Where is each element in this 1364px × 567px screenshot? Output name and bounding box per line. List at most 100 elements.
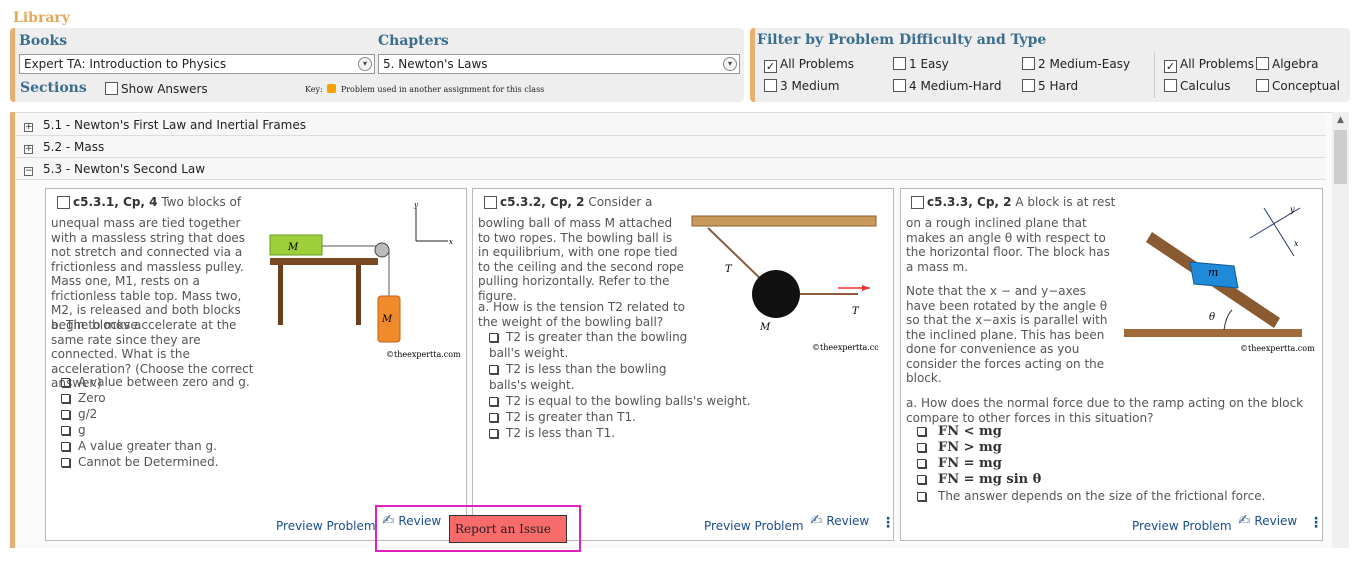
- bullet-icon: [61, 442, 70, 451]
- filter-all-problems-difficulty[interactable]: ✓ All Problems: [764, 57, 854, 73]
- problem-intro: A block is at rest: [1015, 195, 1116, 209]
- option-text: T2 is less than the bowling balls's weig…: [489, 362, 667, 392]
- checkbox[interactable]: [893, 57, 906, 70]
- option-text: T2 is greater than T1.: [506, 410, 636, 424]
- review-icon: ✍: [1238, 511, 1251, 529]
- problem-select-checkbox[interactable]: [911, 196, 924, 209]
- books-selected-value: Expert TA: Introduction to Physics: [24, 57, 227, 71]
- option-text: Cannot be Determined.: [78, 455, 219, 469]
- bullet-icon: [489, 365, 498, 374]
- chapters-selected-value: 5. Newton's Laws: [383, 57, 488, 71]
- checkbox[interactable]: [1164, 79, 1177, 92]
- option-text: A value between zero and g.: [78, 375, 250, 389]
- chapters-heading: Chapters: [378, 33, 449, 49]
- filter-algebra[interactable]: Algebra: [1256, 57, 1318, 71]
- filter-1-easy[interactable]: 1 Easy: [893, 57, 949, 71]
- filter-label: 3 Medium: [780, 79, 840, 93]
- section-label: 5.2 - Mass: [43, 140, 105, 154]
- show-answers-checkbox[interactable]: [105, 82, 118, 95]
- review-label: Review: [826, 514, 870, 528]
- problem-2-header: c5.3.2, Cp, 2 Consider a: [484, 195, 652, 210]
- section-row-5-2[interactable]: +5.2 - Mass: [16, 136, 1326, 158]
- review-icon: ✍: [810, 511, 823, 529]
- problem-3-body: on a rough inclined plane that makes an …: [906, 216, 1110, 274]
- filter-label: All Problems: [1180, 57, 1255, 71]
- checkbox[interactable]: [1022, 57, 1035, 70]
- books-select[interactable]: Expert TA: Introduction to Physics ▾: [19, 54, 375, 74]
- preview-problem-link[interactable]: Preview Problem: [704, 519, 804, 533]
- svg-text:y: y: [413, 201, 419, 209]
- filter-label: 2 Medium-Easy: [1038, 57, 1131, 71]
- review-button[interactable]: ✍ Review: [1238, 511, 1297, 529]
- bullet-icon: [917, 492, 926, 501]
- answer-option: The answer depends on the size of the fr…: [917, 488, 1265, 504]
- filter-conceptual[interactable]: Conceptual: [1256, 79, 1340, 93]
- option-text: g: [78, 423, 86, 437]
- option-text: FN = mg: [938, 456, 1002, 471]
- collapse-icon[interactable]: −: [24, 167, 33, 176]
- report-issue-tooltip[interactable]: Report an Issue: [449, 515, 567, 543]
- scrollbar-thumb[interactable]: [1334, 130, 1347, 184]
- expand-icon[interactable]: +: [24, 123, 33, 132]
- bullet-icon: [61, 426, 70, 435]
- filter-2-medium-easy[interactable]: 2 Medium-Easy: [1022, 57, 1130, 71]
- problem-3-question: a. How does the normal force due to the …: [906, 396, 1304, 425]
- section-row-5-1[interactable]: +5.1 - Newton's First Law and Inertial F…: [16, 114, 1326, 136]
- checkbox[interactable]: [1256, 57, 1269, 70]
- chapters-select[interactable]: 5. Newton's Laws ▾: [378, 54, 740, 74]
- svg-text:x: x: [449, 238, 453, 246]
- checkbox[interactable]: [1256, 79, 1269, 92]
- checkbox[interactable]: ✓: [764, 60, 777, 73]
- scroll-up-icon[interactable]: ▲: [1332, 112, 1349, 128]
- option-text: T2 is greater than the bowling ball's we…: [489, 330, 688, 360]
- problem-2-body: bowling ball of mass M attached to two r…: [478, 216, 684, 303]
- checkbox[interactable]: [764, 79, 777, 92]
- svg-text:M: M: [759, 322, 771, 333]
- filter-3-medium[interactable]: 3 Medium: [764, 79, 839, 93]
- expand-icon[interactable]: +: [24, 145, 33, 154]
- preview-problem-link[interactable]: Preview Problem: [276, 519, 376, 533]
- svg-text:M: M: [287, 242, 299, 253]
- problem-2-question: a. How is the tension T2 related to the …: [478, 300, 686, 329]
- option-text: T2 is less than T1.: [506, 426, 616, 440]
- bullet-icon: [489, 397, 498, 406]
- filter-calculus[interactable]: Calculus: [1164, 79, 1230, 93]
- filter-all-problems-type[interactable]: ✓ All Problems: [1164, 57, 1254, 73]
- svg-text:θ: θ: [1209, 312, 1215, 323]
- answer-option: T2 is equal to the bowling balls's weigh…: [489, 393, 751, 409]
- review-label: Review: [1254, 514, 1298, 528]
- more-options-icon[interactable]: ⋮: [1309, 516, 1323, 530]
- option-text: The answer depends on the size of the fr…: [938, 489, 1266, 503]
- filter-4-medium-hard[interactable]: 4 Medium-Hard: [893, 79, 1001, 93]
- answer-option: T2 is greater than T1.: [489, 409, 749, 425]
- problem-intro: Two blocks of: [161, 195, 242, 209]
- more-options-icon[interactable]: ⋮: [881, 516, 895, 530]
- problem-select-checkbox[interactable]: [484, 196, 497, 209]
- problem-3-note: Note that the x − and y−axes have been r…: [906, 284, 1108, 385]
- bullet-icon: [917, 427, 926, 436]
- filter-label: 1 Easy: [909, 57, 949, 71]
- bullet-icon: [61, 378, 70, 387]
- checkbox[interactable]: [893, 79, 906, 92]
- review-button[interactable]: ✍ Review: [810, 511, 869, 529]
- option-text: g/2: [78, 407, 98, 421]
- chevron-down-icon: ▾: [358, 57, 372, 71]
- option-text: Zero: [78, 391, 106, 405]
- scrollbar[interactable]: ▲: [1332, 112, 1349, 548]
- preview-problem-link[interactable]: Preview Problem: [1132, 519, 1232, 533]
- section-row-5-3[interactable]: − 5.3 - Newton's Second Law: [16, 158, 1326, 180]
- answer-option: T2 is greater than the bowling ball's we…: [489, 329, 689, 361]
- checkbox[interactable]: [1022, 79, 1035, 92]
- show-answers-toggle[interactable]: Show Answers: [105, 82, 208, 96]
- checkbox[interactable]: ✓: [1164, 60, 1177, 73]
- library-title: Library: [13, 10, 70, 26]
- problem-3-header: c5.3.3, Cp, 2 A block is at rest: [911, 195, 1115, 210]
- answer-option: T2 is less than T1.: [489, 425, 749, 441]
- filter-5-hard[interactable]: 5 Hard: [1022, 79, 1078, 93]
- problem-select-checkbox[interactable]: [57, 196, 70, 209]
- section-label: 5.3 - Newton's Second Law: [43, 162, 206, 176]
- problem-1-header: c5.3.1, Cp, 4 Two blocks of: [57, 195, 241, 210]
- filter-label: 4 Medium-Hard: [909, 79, 1002, 93]
- bowling-ball-figure: T T M ©theexpertta.com: [691, 215, 878, 352]
- answer-option: g: [61, 422, 250, 438]
